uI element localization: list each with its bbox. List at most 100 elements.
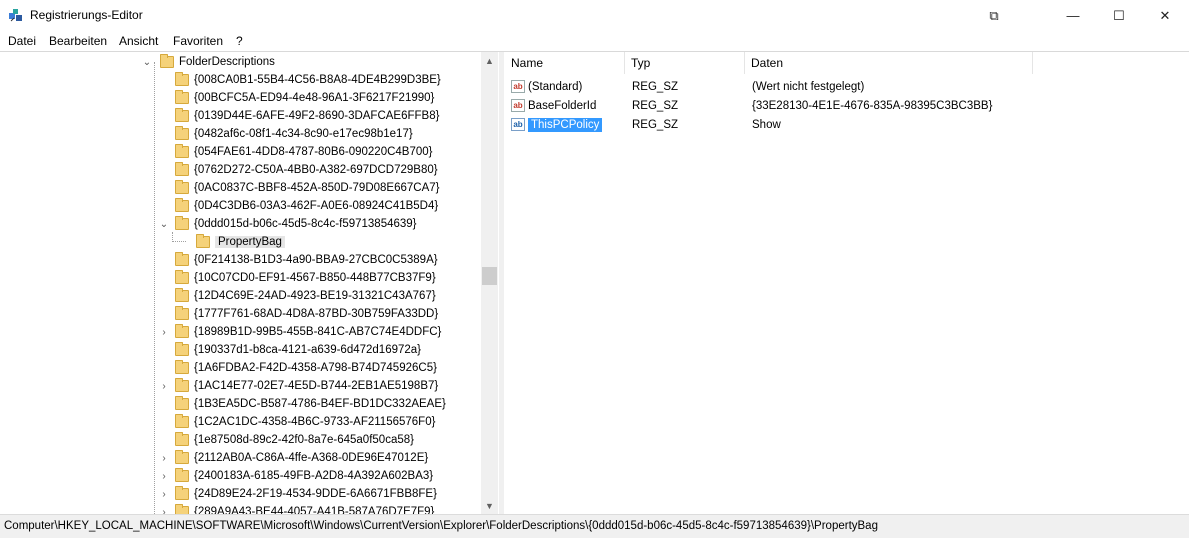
chevron-right-icon[interactable]: › <box>159 467 169 485</box>
menu-ansicht[interactable]: Ansicht <box>119 34 158 48</box>
tree-item-label: {289A9A43-BE44-4057-A41B-587A76D7E7F9} <box>194 506 435 514</box>
menu-bar: Datei Bearbeiten Ansicht Favoriten ? <box>0 31 1189 51</box>
maximize-button[interactable]: ☐ <box>1096 0 1142 31</box>
tree-item-label: {0139D44E-6AFE-49F2-8690-3DAFCAE6FFB8} <box>194 110 440 122</box>
string-value-icon: ab <box>511 80 525 93</box>
folder-icon <box>175 144 189 158</box>
tree-scrollbar[interactable]: ▲ ▼ <box>481 52 498 514</box>
tree-item[interactable]: {190337d1-b8ca-4121-a639-6d472d16972a} <box>159 341 421 359</box>
value-row[interactable]: ab ThisPCPolicy REG_SZ Show <box>505 115 1189 134</box>
tree-item[interactable]: {1777F761-68AD-4D8A-87BD-30B759FA33DD} <box>159 305 438 323</box>
tree-item-label: {1C2AC1DC-4358-4B6C-9733-AF21156576F0} <box>194 416 436 428</box>
tree-item-label: {0482af6c-08f1-4c34-8c90-e17ec98b1e17} <box>194 128 413 140</box>
chevron-down-icon[interactable]: ⌄ <box>159 215 169 233</box>
tree-item[interactable]: › {2112AB0A-C86A-4ffe-A368-0DE96E47012E} <box>159 449 428 467</box>
tree-item[interactable]: {0D4C3DB6-03A3-462F-A0E6-08924C41B5D4} <box>159 197 438 215</box>
tree-item[interactable]: {1e87508d-89c2-42f0-8a7e-645a0f50ca58} <box>159 431 414 449</box>
folder-icon <box>175 324 189 338</box>
scroll-down-icon[interactable]: ▼ <box>481 497 498 514</box>
tree-item[interactable]: › {289A9A43-BE44-4057-A41B-587A76D7E7F9} <box>159 503 434 514</box>
value-name: (Standard) <box>528 80 583 93</box>
chevron-down-icon[interactable]: ⌄ <box>142 53 152 71</box>
menu-help[interactable]: ? <box>236 34 243 48</box>
tree-item-folderdescriptions[interactable]: ⌄ FolderDescriptions <box>140 53 275 71</box>
snap-icon[interactable]: ⧉ <box>971 0 1017 31</box>
chevron-right-icon[interactable]: › <box>159 377 169 395</box>
folder-icon <box>175 396 189 410</box>
tree-item[interactable]: {0139D44E-6AFE-49F2-8690-3DAFCAE6FFB8} <box>159 107 439 125</box>
column-header-data[interactable]: Daten <box>745 52 1033 74</box>
tree-item-label: {00BCFC5A-ED94-4e48-96A1-3F6217F21990} <box>194 92 435 104</box>
tree-item[interactable]: {12D4C69E-24AD-4923-BE19-31321C43A767} <box>159 287 436 305</box>
minimize-button[interactable]: — <box>1050 0 1096 31</box>
tree-item[interactable]: › {1AC14E77-02E7-4E5D-B744-2EB1AE5198B7} <box>159 377 438 395</box>
close-button[interactable]: ✕ <box>1142 0 1188 31</box>
tree-item-label: {008CA0B1-55B4-4C56-B8A8-4DE4B299D3BE} <box>194 74 441 86</box>
value-row[interactable]: ab BaseFolderId REG_SZ {33E28130-4E1E-4676-… <box>505 96 1189 115</box>
value-name: BaseFolderId <box>528 99 597 112</box>
values-list[interactable]: Name Typ Daten ab (Standard) REG_SZ (Wert n… <box>505 52 1189 514</box>
folder-icon <box>175 414 189 428</box>
menu-datei[interactable]: Datei <box>8 34 36 48</box>
tree-item[interactable]: {1C2AC1DC-4358-4B6C-9733-AF21156576F0} <box>159 413 435 431</box>
tree-item[interactable]: {008CA0B1-55B4-4C56-B8A8-4DE4B299D3BE} <box>159 71 441 89</box>
tree-item-label: {1B3EA5DC-B587-4786-B4EF-BD1DC332AEAE} <box>194 398 446 410</box>
tree-item-label: {1AC14E77-02E7-4E5D-B744-2EB1AE5198B7} <box>194 380 439 392</box>
value-data: Show <box>752 118 781 131</box>
tree-item[interactable]: {10C07CD0-EF91-4567-B850-448B77CB37F9} <box>159 269 436 287</box>
chevron-right-icon[interactable]: › <box>159 503 169 515</box>
folder-icon <box>175 90 189 104</box>
tree-item[interactable]: {0F214138-B1D3-4a90-BBA9-27CBC0C5389A} <box>159 251 438 269</box>
value-row[interactable]: ab (Standard) REG_SZ (Wert nicht festgelegt… <box>505 77 1189 96</box>
chevron-right-icon[interactable]: › <box>159 485 169 503</box>
tree-item[interactable]: › {24D89E24-2F19-4534-9DDE-6A6671FBB8FE} <box>159 485 437 503</box>
column-header-name[interactable]: Name <box>505 52 625 74</box>
folder-icon <box>175 108 189 122</box>
menu-bearbeiten[interactable]: Bearbeiten <box>49 34 107 48</box>
scroll-thumb[interactable] <box>482 267 497 285</box>
value-type: REG_SZ <box>632 99 679 112</box>
tree-item-label: {10C07CD0-EF91-4567-B850-448B77CB37F9} <box>194 272 436 284</box>
folder-icon <box>160 54 174 68</box>
folder-icon <box>175 306 189 320</box>
scroll-up-icon[interactable]: ▲ <box>481 52 498 69</box>
tree-item[interactable]: {1A6FDBA2-F42D-4358-A798-B74D745926C5} <box>159 359 437 377</box>
tree-item[interactable]: {054FAE61-4DD8-4787-80B6-090220C4B700} <box>159 143 433 161</box>
tree-item[interactable]: {00BCFC5A-ED94-4e48-96A1-3F6217F21990} <box>159 89 434 107</box>
folder-icon <box>175 198 189 212</box>
menu-favoriten[interactable]: Favoriten <box>173 34 223 48</box>
tree-item[interactable]: {1B3EA5DC-B587-4786-B4EF-BD1DC332AEAE} <box>159 395 446 413</box>
tree-item-propertybag[interactable]: PropertyBag <box>196 233 285 251</box>
tree-item[interactable]: {0762D272-C50A-4BB0-A382-697DCD729B80} <box>159 161 438 179</box>
value-name-cell: ab ThisPCPolicy <box>511 115 603 134</box>
chevron-right-icon[interactable]: › <box>159 449 169 467</box>
folder-icon <box>175 450 189 464</box>
tree-item[interactable]: {0482af6c-08f1-4c34-8c90-e17ec98b1e17} <box>159 125 413 143</box>
tree-item[interactable]: › {2400183A-6185-49FB-A2D8-4A392A602BA3} <box>159 467 433 485</box>
folder-icon <box>175 468 189 482</box>
tree-item-label: {0AC0837C-BBF8-452A-850D-79D08E667CA7} <box>194 182 440 194</box>
string-value-icon: ab <box>511 118 525 131</box>
folder-icon <box>175 360 189 374</box>
column-header-type[interactable]: Typ <box>625 52 745 74</box>
tree-item[interactable]: ⌄ {0ddd015d-b06c-45d5-8c4c-f59713854639} <box>159 215 417 233</box>
chevron-right-icon[interactable]: › <box>159 323 169 341</box>
window-title: Registrierungs-Editor <box>30 8 143 22</box>
folder-icon <box>175 252 189 266</box>
tree-item[interactable]: {0AC0837C-BBF8-452A-850D-79D08E667CA7} <box>159 179 440 197</box>
folder-icon <box>175 486 189 500</box>
tree-guide-line <box>154 62 155 514</box>
folder-icon <box>175 342 189 356</box>
pane-splitter[interactable] <box>499 52 504 514</box>
tree-item[interactable]: › {18989B1D-99B5-455B-841C-AB7C74E4DDFC} <box>159 323 441 341</box>
tree-guide-line <box>172 241 186 242</box>
registry-tree[interactable]: ⌄ FolderDescriptions {008CA0B1-55B4-4C56… <box>4 52 481 514</box>
